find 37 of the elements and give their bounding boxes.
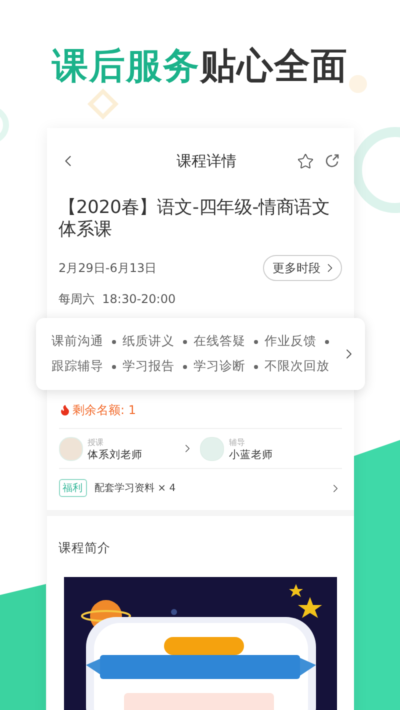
service-label: 学习诊断 [194,358,246,375]
separator-dot [254,364,258,368]
avatar-icon [58,436,82,460]
teacher-role: 辅导 [229,436,246,448]
ring-decoration [0,106,9,144]
teacher-name[interactable]: 体系刘老师 [88,448,158,460]
page-title: 课程详情 [176,152,238,170]
service-label: 在线答疑 [194,333,246,350]
diamond-decoration [87,88,119,120]
services-panel[interactable]: 课前沟通 纸质讲义 在线答疑 作业反馈 跟踪辅导 学习报告 学习诊断 不限次回放 [36,318,364,390]
welfare-tag: 福利 [58,479,86,497]
service-label: 跟踪辅导 [52,358,104,375]
separator-dot [254,340,258,344]
course-title: 【2020春】语文-四年级-情商语文体系课 [58,197,331,241]
remaining-seats: 剩余名额: 1 [72,402,136,418]
separator-dot [112,364,116,368]
teacher-role: 授课 [88,436,104,448]
separator-dot [112,340,116,344]
service-label: 纸质讲义 [122,333,174,350]
course-dates: 2月29日-6月13日 [58,260,157,276]
flame-icon [58,404,70,416]
more-times-button[interactable]: 更多时段 [262,255,342,281]
section-title: 课程简介 [58,539,112,557]
service-label: 作业反馈 [264,333,316,350]
course-schedule: 每周六 18:30-20:00 [58,291,176,308]
service-label: 不限次回放 [264,358,330,375]
circle-decoration [349,75,367,93]
separator-dot [182,340,186,344]
share-icon[interactable] [324,153,340,169]
service-label: 学习报告 [122,358,174,375]
teacher-name[interactable]: 小蓝老师 [229,448,299,460]
headline: 课后服务贴心全面 [52,45,348,89]
welfare-text: 配套学习资料 × 4 [94,482,177,495]
avatar-icon [200,436,224,460]
service-label: 课前沟通 [52,333,104,350]
separator-dot [324,340,328,344]
separator-dot [182,364,186,368]
